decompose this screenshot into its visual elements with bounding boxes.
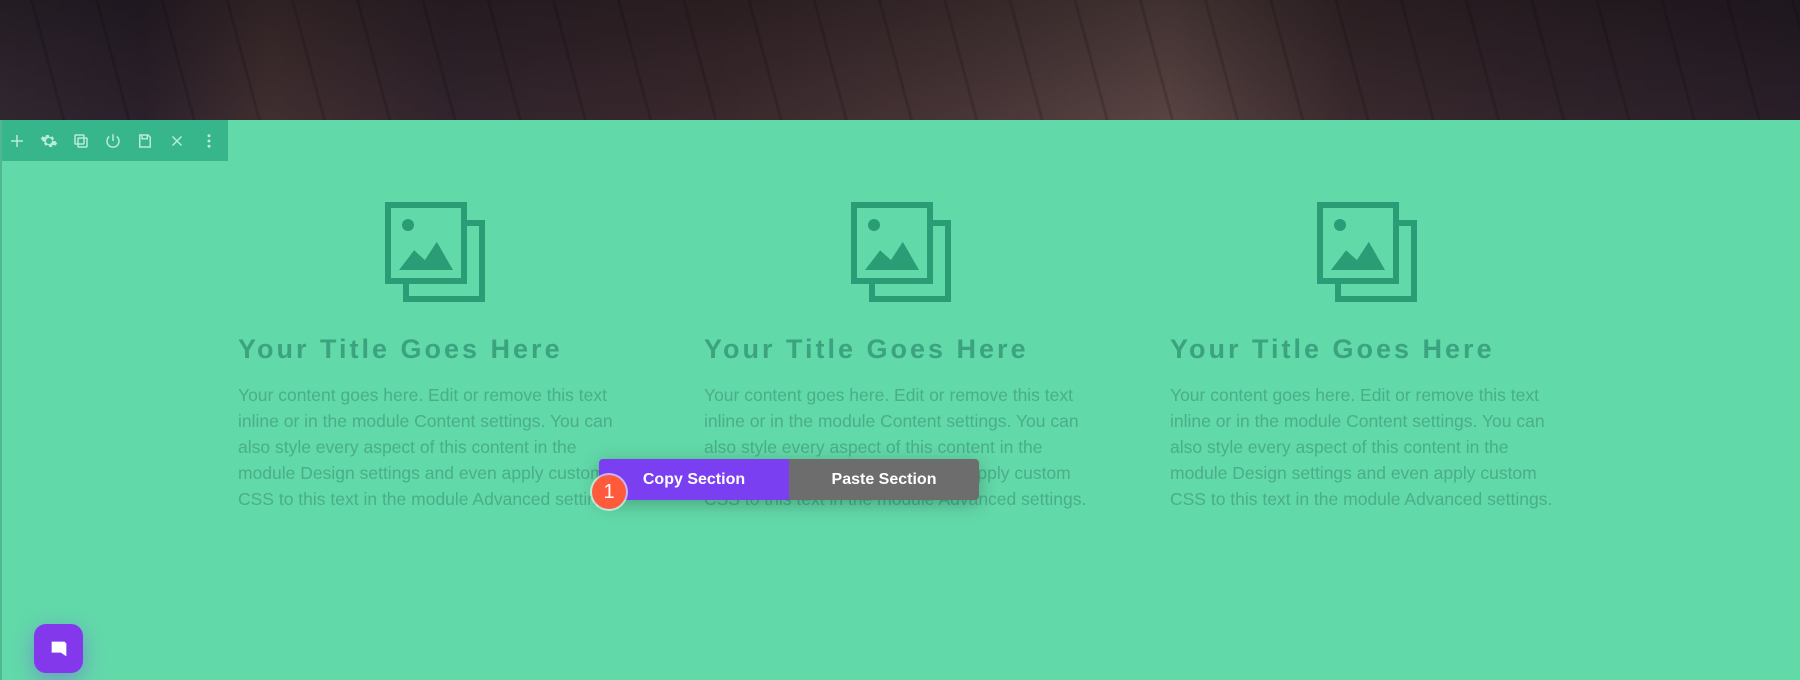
notes-fab[interactable]	[34, 624, 83, 673]
close-icon[interactable]	[168, 132, 186, 150]
page-section[interactable]: Your Title Goes Here Your content goes h…	[0, 120, 1800, 680]
save-icon[interactable]	[136, 132, 154, 150]
blurb-body[interactable]: Your content goes here. Edit or remove t…	[1170, 383, 1564, 512]
blurb-title[interactable]: Your Title Goes Here	[704, 334, 1098, 365]
blurb-body[interactable]: Your content goes here. Edit or remove t…	[238, 383, 632, 512]
duplicate-icon[interactable]	[72, 132, 90, 150]
hero-banner	[0, 0, 1800, 120]
gear-icon[interactable]	[40, 132, 58, 150]
step-badge: 1	[592, 475, 626, 509]
blurb-title[interactable]: Your Title Goes Here	[238, 334, 632, 365]
section-toolbar	[2, 120, 228, 161]
more-icon[interactable]	[200, 132, 218, 150]
add-icon[interactable]	[8, 132, 26, 150]
context-menu: Copy Section Paste Section	[599, 459, 979, 500]
blurb-module[interactable]: Your Title Goes Here Your content goes h…	[1170, 202, 1564, 512]
image-placeholder-icon	[385, 202, 485, 302]
image-placeholder-icon	[851, 202, 951, 302]
blurb-module[interactable]: Your Title Goes Here Your content goes h…	[238, 202, 632, 512]
blurb-title[interactable]: Your Title Goes Here	[1170, 334, 1564, 365]
paste-section-button[interactable]: Paste Section	[789, 459, 979, 500]
image-placeholder-icon	[1317, 202, 1417, 302]
copy-section-button[interactable]: Copy Section	[599, 459, 789, 500]
power-icon[interactable]	[104, 132, 122, 150]
